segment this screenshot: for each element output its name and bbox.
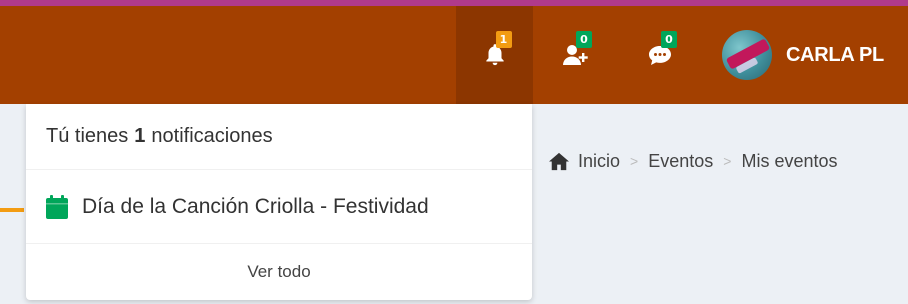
- notifications-dropdown: Tú tienes 1 notificaciones Día de la Can…: [26, 104, 532, 300]
- left-accent-line: [0, 208, 24, 212]
- messages-menu[interactable]: 0: [630, 6, 690, 104]
- notifications-menu[interactable]: 1: [456, 6, 533, 104]
- view-all-link[interactable]: Ver todo: [26, 244, 532, 300]
- user-menu[interactable]: CARLA PL: [722, 6, 884, 104]
- friend-requests-count-badge: 0: [576, 31, 592, 48]
- user-avatar: [722, 30, 772, 80]
- breadcrumb-item-inicio[interactable]: Inicio: [578, 151, 620, 172]
- messages-count-badge: 0: [661, 31, 677, 48]
- breadcrumb-separator: >: [630, 153, 639, 169]
- dropdown-header-prefix: Tú tienes: [46, 125, 129, 147]
- friend-requests-menu[interactable]: 0: [545, 6, 605, 104]
- breadcrumb-item-eventos[interactable]: Eventos: [648, 151, 713, 172]
- top-navbar: 1 0 0 CARLA PL: [0, 6, 908, 104]
- notification-item[interactable]: Día de la Canción Criolla - Festividad: [26, 170, 532, 244]
- user-name: CARLA PL: [786, 43, 884, 66]
- notification-item-text: Día de la Canción Criolla - Festividad: [82, 194, 429, 218]
- breadcrumb-separator: >: [723, 153, 732, 169]
- dropdown-header: Tú tienes 1 notificaciones: [26, 104, 532, 170]
- dropdown-header-count: 1: [134, 125, 146, 147]
- breadcrumb-item-mis-eventos: Mis eventos: [741, 150, 838, 171]
- breadcrumb: Inicio > Eventos > Mis eventos: [548, 148, 838, 174]
- dropdown-header-suffix: notificaciones: [151, 125, 273, 147]
- home-icon: [549, 152, 569, 171]
- notifications-count-badge: 1: [495, 31, 512, 48]
- calendar-icon: [46, 194, 68, 219]
